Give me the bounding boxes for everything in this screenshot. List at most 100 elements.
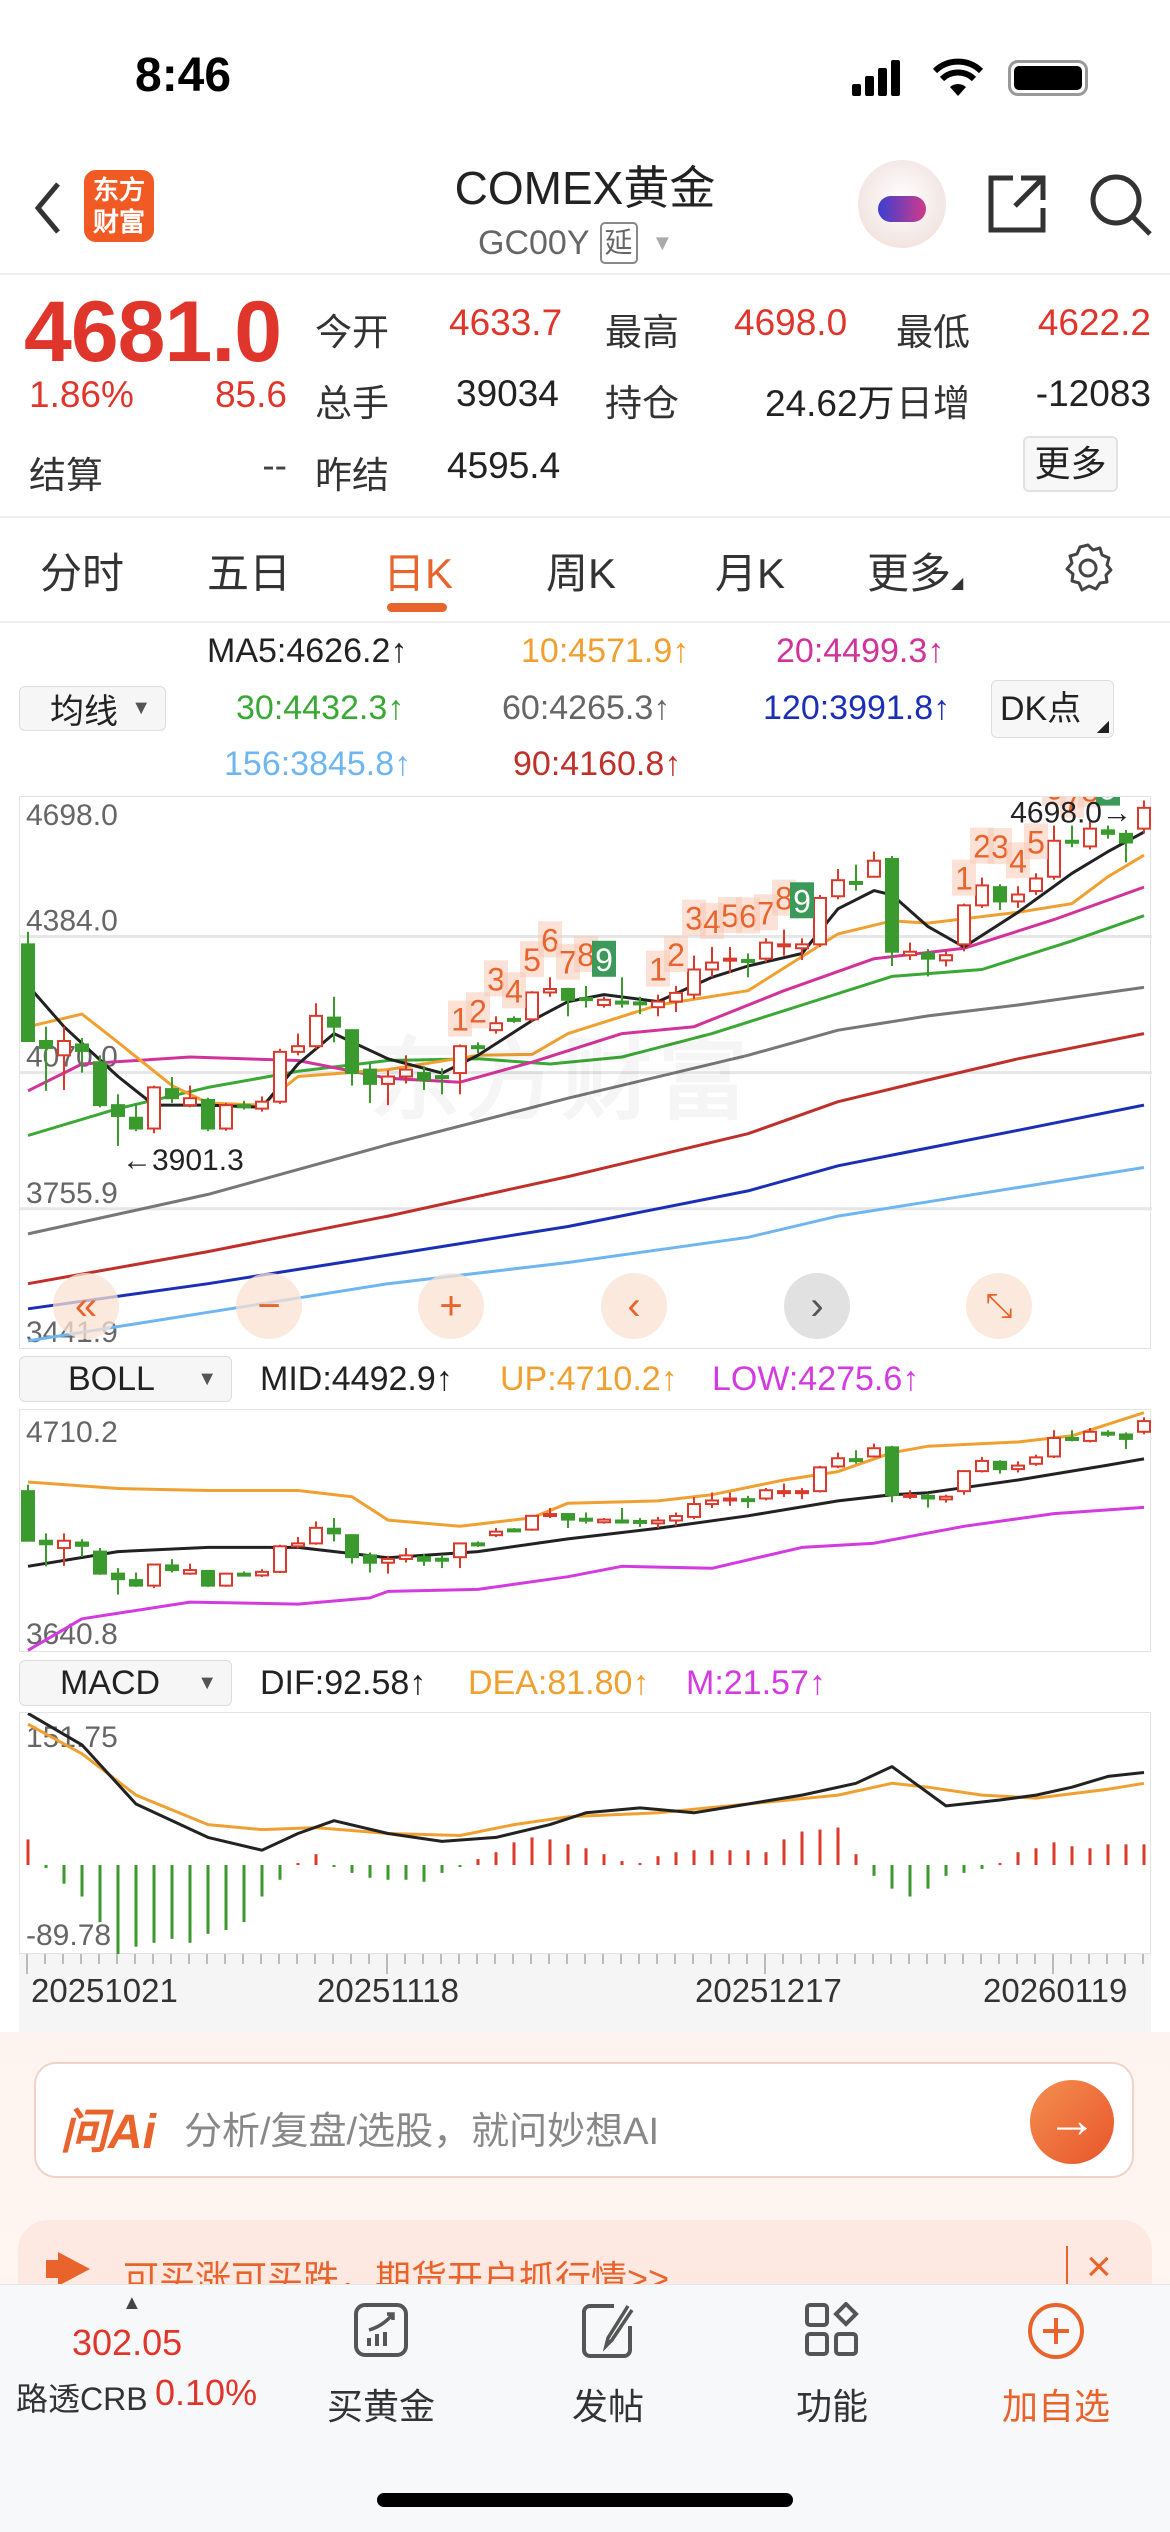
scroll-left-button[interactable]: ‹ [601,1273,667,1339]
candle-up [597,998,611,1007]
candle-down [435,1557,449,1562]
tab-monthly-k[interactable]: 月K [715,540,785,601]
low-value: 4622.2 [1037,302,1151,343]
ma60-value: 60:4265.3↑ [502,689,671,727]
candle-down [111,1572,125,1581]
banner-divider [1066,2246,1068,2286]
date-axis-label: 20251118 [317,1972,459,2009]
kline-chart[interactable]: 4698.04384.04070.03755.93441.91234567891… [19,796,1152,1349]
macd-dea-value: DEA:81.80↑ [468,1664,650,1702]
high-label: 最高 [605,312,679,353]
tab-intraday[interactable]: 分时 [40,540,124,601]
candle-up [975,884,989,907]
settings-gear-icon[interactable] [1062,542,1114,594]
candle-down [363,1554,377,1564]
active-tab-indicator [387,603,447,612]
candle-down [1101,829,1115,835]
candle-up [867,859,881,878]
candle-up [147,1086,161,1130]
dk-button-label: DK点 [1000,690,1082,728]
macd-selector-label: MACD [60,1663,161,1702]
candle-up [795,943,809,950]
ai-assistant-avatar[interactable] [858,160,946,248]
more-quote-button[interactable]: 更多 [1023,436,1118,492]
candle-up [219,1104,233,1130]
tab-five-day[interactable]: 五日 [207,540,291,601]
candle-down [849,1458,863,1463]
signal-icon [852,60,902,96]
up-triangle-icon: ▲ [122,2292,142,2314]
zoom-in-button[interactable]: + [418,1273,484,1339]
candle-down [921,952,935,960]
tab-weekly-k[interactable]: 周K [546,540,616,601]
candle-down [849,880,863,885]
candle-up [1011,1464,1025,1471]
chart-growth-icon [354,2303,408,2357]
candle-down [21,1490,35,1542]
indicator-selector-boll[interactable]: BOLL ▼ [19,1356,232,1402]
candle-up [1047,839,1061,878]
search-icon[interactable] [1088,172,1154,238]
y-axis-label: 4710.2 [26,1416,118,1449]
dropdown-arrow-icon: ▼ [131,697,151,719]
delay-badge: 延 [599,222,638,264]
dropdown-arrow-icon: ▼ [197,1367,217,1390]
tab-more[interactable]: 更多◢ [867,540,963,601]
macd-chart[interactable]: 151.75 -89.78 [19,1712,1151,1955]
candle-up [291,1045,305,1053]
nav-add-watchlist[interactable]: 加自选 [966,2290,1146,2427]
ma120-value: 120:3991.8↑ [763,689,951,727]
scroll-to-start-button[interactable]: « [53,1273,119,1339]
nav-label: 发帖 [571,2386,644,2427]
macd-dif-value: DIF:92.58↑ [260,1664,427,1702]
candle-up [867,1447,881,1458]
instrument-code[interactable]: GC00Y 延 ▼ [478,222,673,264]
boll-selector-label: BOLL [68,1359,155,1398]
fullscreen-icon[interactable]: ⤡ [966,1273,1032,1339]
indicator-selector-ma[interactable]: 均线 ▼ [19,686,166,731]
index-change: 0.10% [155,2372,258,2413]
index-ticker[interactable]: ▲ 302.05 路透CRB 0.10% [0,2284,280,2424]
candle-up [543,987,557,994]
ai-submit-button[interactable]: → [1030,2080,1114,2164]
change-value: 85.6 [214,374,287,415]
boll-low-line [27,1505,1145,1652]
candle-up [309,1526,323,1545]
share-icon[interactable] [985,172,1049,236]
change-percent: 1.86% [29,374,134,415]
boll-chart[interactable]: 4710.2 3640.8 [19,1409,1151,1652]
arrow-right-icon: → [1047,2092,1097,2148]
candle-up [723,1497,737,1502]
candle-up [183,1097,197,1107]
nav-buy-gold[interactable]: 买黄金 [291,2290,471,2427]
tab-daily-k[interactable]: 日K [383,540,453,601]
dk-points-button[interactable]: DK点 ◢ [991,680,1114,738]
candle-down [21,943,35,1042]
td-count-label: 9 [595,942,613,978]
indicator-selector-macd[interactable]: MACD ▼ [19,1660,232,1706]
wifi-icon [932,58,984,96]
home-indicator [377,2493,793,2507]
daily-increase-label: 日增 [896,383,970,424]
candle-down [237,1104,251,1109]
nav-post[interactable]: 发帖 [518,2290,698,2427]
tab-more-label: 更多 [867,550,952,597]
ai-input-placeholder[interactable]: 分析/复盘/选股，就问妙想AI [184,2100,659,2155]
nav-functions[interactable]: 功能 [742,2290,922,2427]
candle-up [813,896,827,946]
corner-triangle-icon: ◢ [951,575,964,592]
zoom-out-button[interactable]: − [236,1273,302,1339]
edit-post-icon [582,2304,634,2358]
candle-down [885,1446,899,1496]
status-time: 8:46 [135,49,232,102]
candle-up [147,1563,161,1587]
candle-down [165,1564,179,1572]
candle-up [291,1542,305,1548]
date-axis-label: 20251217 [695,1972,842,2009]
candle-up [1011,893,1025,903]
ai-search-bar[interactable]: 问Ai 分析/复盘/选股，就问妙想AI → [34,2062,1134,2178]
date-axis-label: 20260119 [983,1972,1128,2009]
candle-up [939,1495,953,1501]
scroll-right-button[interactable]: › [784,1273,850,1339]
candle-up [525,1514,539,1531]
